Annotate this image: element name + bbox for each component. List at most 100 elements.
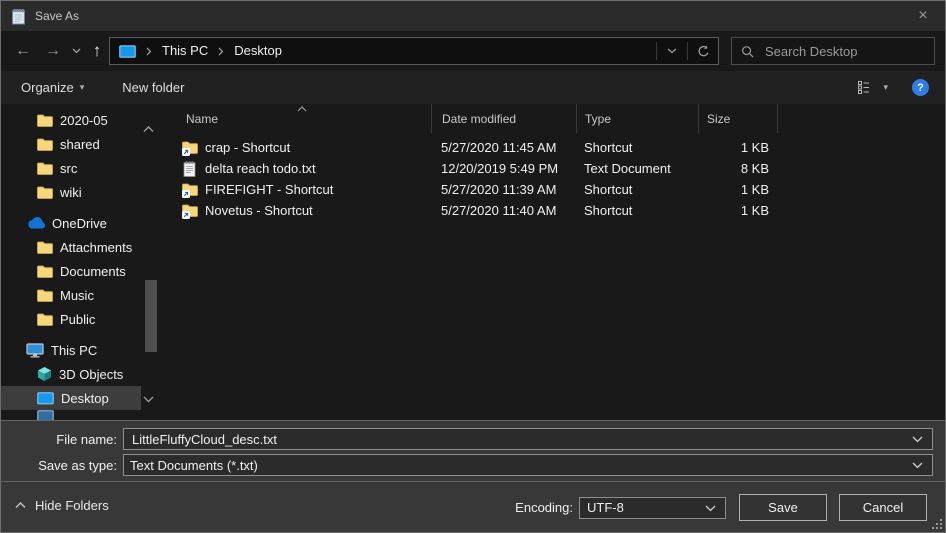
file-name-cell: FIREFIGHT - Shortcut [171,182,431,198]
encoding-label: Encoding: [515,500,573,515]
refresh-button[interactable] [688,38,718,64]
column-header-row: Name Date modified Type Size [171,104,945,133]
column-header-name[interactable]: Name [171,104,431,133]
file-list: Name Date modified Type Size crap - Shor… [171,104,945,221]
search-input[interactable] [763,43,925,60]
sidebar-item-onedrive[interactable]: OneDrive [1,211,161,235]
scroll-up-button[interactable] [139,122,157,136]
file-name-cell: delta reach todo.txt [171,161,431,177]
monitor-icon [37,410,54,420]
folder-icon [37,114,53,127]
command-toolbar: Organize ▾ New folder ▾ ? [1,71,945,104]
file-name-input[interactable] [130,431,932,448]
filename-panel: File name: Save as type: Text Documents … [1,420,945,481]
search-box [731,37,935,65]
folder-shortcut-icon [182,203,198,219]
sidebar-item-this-pc[interactable]: This PC [1,338,161,362]
title-bar: Save As × [1,1,945,31]
breadcrumb-chevron-icon [142,47,156,56]
sort-ascending-icon [297,106,307,112]
breadcrumb-chevron-icon [214,47,228,56]
shortcut-arrow-overlay-icon [182,211,190,219]
dialog-footer: Hide Folders Encoding: UTF-8 Save Cancel [1,481,945,532]
new-folder-button[interactable]: New folder [122,80,184,95]
sidebar-item-attachments[interactable]: Attachments [1,235,161,259]
sidebar-item-documents[interactable]: Documents [1,259,161,283]
file-row-crap-shortcut[interactable]: crap - Shortcut 5/27/2020 11:45 AM Short… [171,137,945,158]
sidebar-item-public[interactable]: Public [1,307,161,331]
sidebar-item-music[interactable]: Music [1,283,161,307]
sidebar-scrollbar-thumb[interactable] [145,280,157,352]
chevron-down-icon [72,48,81,54]
view-dropdown-button[interactable]: ▾ [883,82,888,93]
type-cell: Shortcut [576,182,698,197]
organize-button[interactable]: Organize ▾ [21,80,84,95]
file-rows: crap - Shortcut 5/27/2020 11:45 AM Short… [171,137,945,221]
chevron-down-icon [705,505,716,512]
address-dropdown-button[interactable] [657,38,687,64]
type-cell: Shortcut [576,203,698,218]
file-name-combo[interactable] [123,428,933,450]
navigation-bar: ← → ↑ This PC Desktop [1,31,945,71]
shortcut-arrow-overlay-icon [182,148,190,156]
hide-folders-button[interactable]: Hide Folders [15,498,109,513]
organize-label: Organize [21,80,74,95]
size-cell: 8 KB [698,161,778,176]
date-modified-cell: 5/27/2020 11:45 AM [431,140,576,155]
help-button[interactable]: ? [912,79,929,96]
refresh-icon [697,45,710,58]
this-pc-icon [119,45,136,58]
sidebar-item-3d-objects[interactable]: 3D Objects [1,362,161,386]
resize-grip[interactable] [931,518,942,529]
column-header-type[interactable]: Type [576,104,698,133]
file-name-cell: crap - Shortcut [171,140,431,156]
sidebar-item-partial[interactable] [1,410,161,420]
chevron-down-icon[interactable] [912,436,923,443]
encoding-dropdown[interactable]: UTF-8 [579,497,726,519]
recent-locations-button[interactable] [67,37,85,65]
sidebar-item-src[interactable]: src [1,156,161,180]
sidebar-item-desktop[interactable]: Desktop [1,386,141,410]
forward-button[interactable]: → [39,37,67,65]
date-modified-cell: 12/20/2019 5:49 PM [431,161,576,176]
notepad-icon [10,8,27,25]
column-header-size[interactable]: Size [698,104,778,133]
save-as-type-dropdown[interactable]: Text Documents (*.txt) [123,454,933,476]
save-as-type-value: Text Documents (*.txt) [130,458,258,473]
sidebar-item-wiki[interactable]: wiki [1,180,161,204]
address-bar[interactable]: This PC Desktop [109,37,719,65]
breadcrumb-this-pc[interactable]: This PC [156,38,214,64]
scroll-down-button[interactable] [139,392,157,406]
main-area: 2020-05 shared src wiki OneDrive [1,104,945,420]
details-view-icon[interactable] [858,81,873,94]
folder-shortcut-icon [182,182,198,198]
folder-icon [37,289,53,302]
sidebar-item-2020-05[interactable]: 2020-05 [1,108,161,132]
3d-objects-icon [37,366,52,382]
size-cell: 1 KB [698,140,778,155]
type-cell: Text Document [576,161,698,176]
up-button[interactable]: ↑ [85,37,109,65]
breadcrumb-desktop[interactable]: Desktop [228,38,288,64]
size-cell: 1 KB [698,203,778,218]
footer-actions: Encoding: UTF-8 Save Cancel [515,494,927,521]
toolbar-right-group: ▾ ? [858,79,929,96]
close-button[interactable]: × [901,1,945,31]
file-name-cell: Novetus - Shortcut [171,203,431,219]
folder-icon [37,241,53,254]
folder-icon [37,313,53,326]
back-button[interactable]: ← [9,37,37,65]
navigation-pane: 2020-05 shared src wiki OneDrive [1,104,161,420]
save-as-dialog: Save As × ← → ↑ This PC Desktop [0,0,946,533]
file-row-firefight-shortcut[interactable]: FIREFIGHT - Shortcut 5/27/2020 11:39 AM … [171,179,945,200]
folder-icon [37,138,53,151]
new-folder-label: New folder [122,80,184,95]
save-button[interactable]: Save [739,494,827,521]
chevron-down-icon: ▾ [80,82,85,93]
column-header-date-modified[interactable]: Date modified [431,104,576,133]
sidebar-item-shared[interactable]: shared [1,132,161,156]
file-row-novetus-shortcut[interactable]: Novetus - Shortcut 5/27/2020 11:40 AM Sh… [171,200,945,221]
cancel-button[interactable]: Cancel [839,494,927,521]
file-row-delta-reach-todo[interactable]: delta reach todo.txt 12/20/2019 5:49 PM … [171,158,945,179]
file-name-label: File name: [1,432,123,447]
